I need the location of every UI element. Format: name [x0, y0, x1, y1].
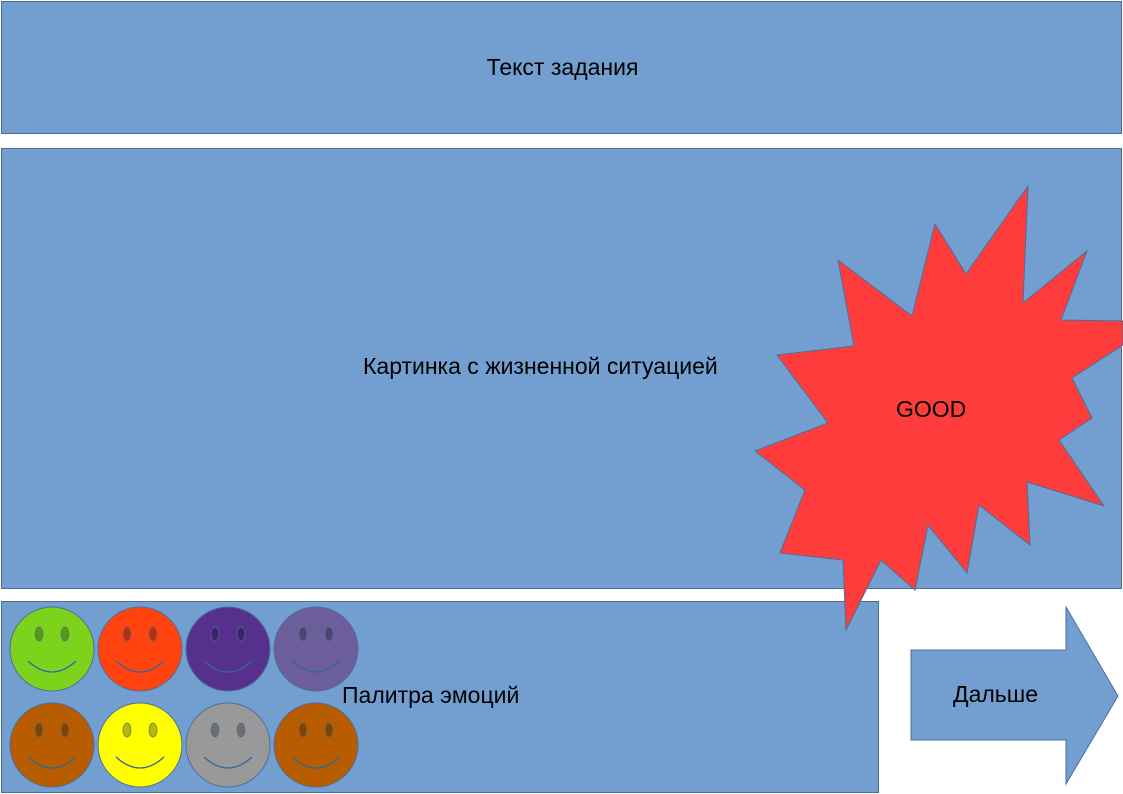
good-burst-label: GOOD — [896, 396, 967, 422]
next-arrow-button[interactable] — [910, 606, 1120, 786]
right-arrow-icon — [910, 606, 1119, 786]
